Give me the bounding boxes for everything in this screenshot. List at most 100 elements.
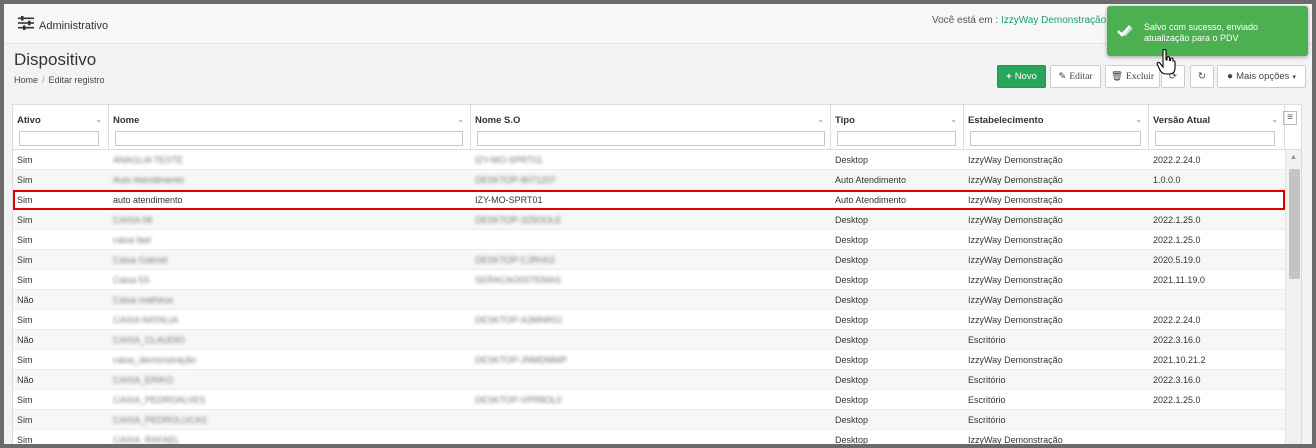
column-versao-atual[interactable]: Versão Atual ⌄ — [1149, 105, 1285, 150]
toast-message: Salvo com sucesso, enviado atualização p… — [1144, 22, 1259, 43]
filter-input-estabelecimento[interactable] — [970, 131, 1141, 146]
table-row[interactable]: Sim CAIXA NATALIA DESKTOP-A3MNR0J Desktop Iz… — [13, 310, 1285, 330]
cell-nome: caixa fael — [113, 235, 152, 245]
table-row[interactable]: Sim caixa fael Desktop IzzyWay Demonstração… — [13, 230, 1285, 250]
column-nome[interactable]: Nome ⌄ — [109, 105, 471, 150]
trash-icon: 🗑 — [1110, 72, 1124, 82]
cell-nome: CAIXA_CLAUDIO — [113, 335, 186, 345]
cell-estab: IzzyWay Demonstração — [968, 435, 1063, 445]
table-row[interactable]: Sim ANAGLIA TESTE IZY-MO-SPRT01 Desktop Izzy… — [13, 150, 1285, 170]
cell-estab: IzzyWay Demonstração — [968, 215, 1063, 225]
table-row[interactable]: Não CAIXA_ERIKO Desktop Escritório 2022.3.16… — [13, 370, 1285, 390]
table-row[interactable]: Sim Caixa Gabriel DESKTOP-CJRH02 Desktop Izz… — [13, 250, 1285, 270]
breadcrumb: Home / Editar registro — [14, 75, 105, 85]
table-row-selected[interactable]: Sim auto atendimento IZY-MO-SPRT01 Auto Ate… — [13, 190, 1285, 210]
cell-tipo: Desktop — [835, 275, 869, 285]
table-row[interactable]: Sim CAIXA_RAFAEL Desktop IzzyWay Demonstraç… — [13, 430, 1285, 445]
column-menu-icon[interactable]: ≡ — [1283, 111, 1297, 125]
cell-nome: auto atendimento — [113, 195, 183, 205]
location-link[interactable]: IzzyWay Demonstração — [1001, 15, 1106, 26]
refresh-button[interactable]: ↻ — [1190, 65, 1214, 88]
cell-so — [471, 370, 831, 390]
cell-ativo: Sim — [17, 155, 33, 165]
cell-tipo: Desktop — [835, 415, 869, 425]
cell-ativo: Sim — [17, 435, 33, 445]
cell-versao — [1149, 410, 1285, 430]
table-row[interactable]: Sim Caixa 5S SERACAO0STEMAS Desktop IzzyWay … — [13, 270, 1285, 290]
delete-button[interactable]: 🗑 Excluir — [1105, 65, 1160, 88]
cell-ativo: Sim — [17, 415, 33, 425]
cell-nome: Caixa 5S — [113, 275, 150, 285]
table-row[interactable]: Sim caixa_demonstração DESKTOP-JNMDMMP Desk… — [13, 350, 1285, 370]
cell-versao — [1149, 430, 1285, 444]
table-row[interactable]: Sim Auto Atendimento DESKTOP-8071207 Auto A… — [13, 170, 1285, 190]
column-ativo[interactable]: Ativo ⌄ — [13, 105, 109, 150]
column-label: Nome S.O — [475, 115, 521, 126]
chevron-down-icon[interactable]: ⌄ — [457, 115, 464, 124]
cell-nome: Auto Atendimento — [113, 175, 185, 185]
cell-versao — [1149, 290, 1285, 310]
cell-tipo: Desktop — [835, 235, 869, 245]
cell-tipo: Desktop — [835, 395, 869, 405]
breadcrumb-separator: / — [42, 75, 45, 85]
cell-nome: CAIXA_PEDROLUCAS — [113, 415, 208, 425]
devices-table: Ativo ⌄ Nome ⌄ Nome S.O ⌄ Tipo ⌄ Estabelecim… — [12, 104, 1302, 445]
cell-nome: CAIXA_RAFAEL — [113, 435, 180, 445]
column-estabelecimento[interactable]: Estabelecimento ⌄ — [964, 105, 1149, 150]
more-options-button[interactable]: ● Mais opções ▾ — [1217, 65, 1306, 88]
cell-so: SERACAO0STEMAS — [475, 275, 562, 285]
cell-so: IZY-MO-SPRT01 — [475, 155, 543, 165]
scroll-up-icon[interactable]: ▲ — [1290, 154, 1297, 161]
cell-so — [471, 430, 831, 444]
new-button[interactable]: + Novo — [997, 65, 1046, 88]
cell-tipo: Desktop — [835, 215, 869, 225]
column-nome-so[interactable]: Nome S.O ⌄ — [471, 105, 831, 150]
cell-so: DESKTOP-8071207 — [475, 175, 556, 185]
cell-nome: ANAGLIA TESTE — [113, 155, 183, 165]
chevron-down-icon[interactable]: ⌄ — [1135, 115, 1142, 124]
table-row[interactable]: Sim CAIXA_PEDROLUCAS Desktop Escritório — [13, 410, 1285, 430]
cell-so: DESKTOP-3Z5OOLE — [475, 215, 562, 225]
filter-input-tipo[interactable] — [837, 131, 956, 146]
chevron-down-icon[interactable]: ⌄ — [817, 115, 824, 124]
cell-estab: Escritório — [968, 415, 1006, 425]
cell-estab: IzzyWay Demonstração — [968, 195, 1063, 205]
column-tipo[interactable]: Tipo ⌄ — [831, 105, 964, 150]
column-label: Ativo — [17, 115, 41, 126]
cell-ativo: Sim — [17, 235, 33, 245]
cell-ativo: Sim — [17, 315, 33, 325]
cell-nome: Caixa Gabriel — [113, 255, 168, 265]
filter-input-nome[interactable] — [115, 131, 463, 146]
vertical-scrollbar[interactable]: ▲ — [1285, 150, 1301, 444]
filter-input-versao[interactable] — [1155, 131, 1275, 146]
circle-icon: ● — [1227, 71, 1234, 82]
cell-ativo: Sim — [17, 355, 33, 365]
app-window: Administrativo Você está em : IzzyWay De… — [0, 0, 1316, 448]
filter-input-nome-so[interactable] — [477, 131, 825, 146]
cell-nome: CAIXA_PEDROALVES — [113, 395, 206, 405]
refresh-icon: ↻ — [1198, 71, 1206, 82]
plus-icon: + — [1006, 71, 1012, 82]
cell-estab: IzzyWay Demonstração — [968, 155, 1063, 165]
table-row[interactable]: Sim CAIXA_PEDROALVES DESKTOP-VPR8OL0 Deskto… — [13, 390, 1285, 410]
edit-button[interactable]: ✎ Editar — [1050, 65, 1101, 88]
chevron-down-icon[interactable]: ⌄ — [1271, 115, 1278, 124]
new-button-label: Novo — [1014, 71, 1037, 82]
cell-so: IZY-MO-SPRT01 — [475, 195, 543, 205]
cell-ativo: Sim — [17, 175, 33, 185]
filter-input-ativo[interactable] — [19, 131, 99, 146]
breadcrumb-home[interactable]: Home — [14, 75, 38, 85]
chevron-down-icon[interactable]: ⌄ — [950, 115, 957, 124]
cell-ativo: Sim — [17, 275, 33, 285]
table-row[interactable]: Não CAIXA_CLAUDIO Desktop Escritório 2022.3.… — [13, 330, 1285, 350]
delete-button-label: Excluir — [1126, 71, 1155, 82]
sliders-icon[interactable] — [18, 16, 34, 30]
cell-estab: IzzyWay Demonstração — [968, 355, 1063, 365]
scrollbar-thumb[interactable] — [1289, 169, 1300, 279]
cell-tipo: Desktop — [835, 355, 869, 365]
chevron-down-icon[interactable]: ⌄ — [95, 115, 102, 124]
success-toast[interactable]: Salvo com sucesso, enviado atualização p… — [1107, 6, 1308, 56]
table-row[interactable]: Não Caixa matheus Desktop IzzyWay Demonstra… — [13, 290, 1285, 310]
table-row[interactable]: Sim CAIXA 08 DESKTOP-3Z5OOLE Desktop IzzyWay… — [13, 210, 1285, 230]
cell-tipo: Desktop — [835, 435, 869, 445]
